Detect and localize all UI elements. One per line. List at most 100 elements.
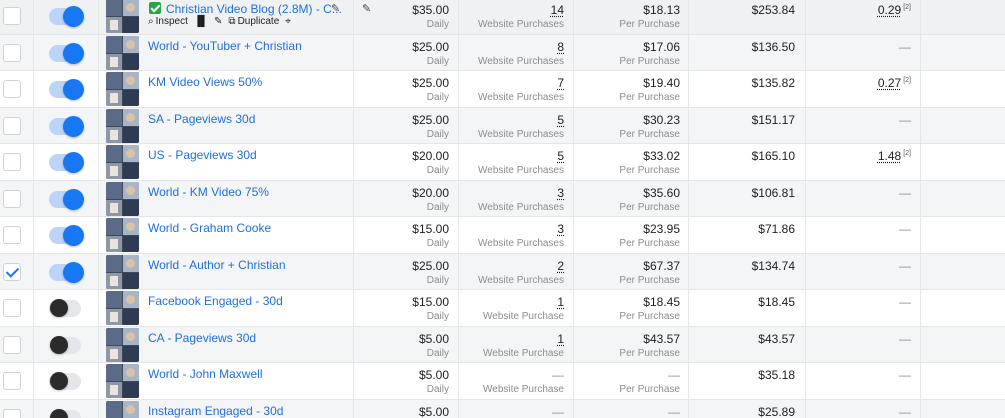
- inspect-action[interactable]: ⌕ Inspect: [148, 16, 188, 27]
- cost-per-result-value: —: [668, 404, 680, 418]
- ad-set-name-link[interactable]: KM Video Views 50%: [148, 75, 262, 89]
- ad-set-toggle[interactable]: [49, 372, 81, 390]
- row-select-checkbox[interactable]: [3, 299, 21, 317]
- table-row: World - John Maxwell $5.00 Daily — Website P…: [0, 363, 1005, 400]
- ad-set-name-link[interactable]: Instagram Engaged - 30d: [148, 404, 283, 418]
- column-divider: [98, 0, 99, 34]
- row-select-checkbox[interactable]: [3, 153, 21, 171]
- ad-set-name-link[interactable]: World - KM Video 75%: [148, 185, 269, 199]
- row-select-checkbox[interactable]: [3, 335, 21, 354]
- toggle-knob: [50, 408, 68, 418]
- bar-chart-icon[interactable]: ▐▌: [194, 16, 208, 27]
- results-label: Website Purchases: [478, 165, 564, 176]
- ad-set-name-link[interactable]: CA - Pageviews 30d: [148, 331, 256, 345]
- amount-spent-value: $25.89: [758, 404, 795, 418]
- magnifier-icon: ⌕: [148, 16, 154, 27]
- ad-set-toggle[interactable]: [49, 115, 84, 137]
- roas-number[interactable]: 0.29: [878, 3, 901, 17]
- cost-per-result-value: $18.45: [643, 295, 680, 309]
- thumbnail-tile: [123, 309, 139, 325]
- row-select-checkbox[interactable]: [3, 226, 21, 244]
- row-select-checkbox[interactable]: [3, 408, 21, 418]
- thumbnail-tile: [123, 199, 139, 216]
- row-select-checkbox[interactable]: [3, 7, 21, 25]
- results-value[interactable]: 7: [458, 76, 564, 90]
- ad-set-toggle[interactable]: [49, 261, 84, 283]
- ad-set-toggle[interactable]: [49, 335, 81, 354]
- results-value[interactable]: 2: [458, 259, 564, 273]
- results-value[interactable]: 5: [458, 113, 564, 127]
- results-value: —: [552, 368, 564, 382]
- ad-set-toggle[interactable]: [49, 42, 84, 64]
- row-select-checkbox[interactable]: [3, 80, 21, 98]
- budget-type: Daily: [426, 238, 449, 249]
- ad-set-toggle[interactable]: [49, 6, 84, 27]
- ad-set-name-link[interactable]: World - Author + Christian: [148, 258, 286, 272]
- edit-pencil-icon[interactable]: ✎: [214, 16, 222, 27]
- column-divider: [98, 34, 99, 70]
- ad-set-toggle[interactable]: [49, 188, 84, 210]
- table-row: KM Video Views 50% $25.00 Daily 7 Website Pu…: [0, 71, 1005, 108]
- thumbnail-tile: [126, 404, 135, 414]
- ad-set-name-link[interactable]: Christian Video Blog (2.8M) - C...: [166, 2, 342, 16]
- row-select-checkbox[interactable]: [3, 189, 21, 208]
- cost-per-result-value: $19.40: [643, 76, 680, 90]
- amount-spent-value: $43.57: [758, 331, 795, 346]
- budget-type: Daily: [426, 347, 449, 359]
- ad-set-toggle[interactable]: [49, 299, 81, 317]
- results-value[interactable]: 5: [458, 149, 564, 163]
- amount-spent-value: $18.45: [758, 295, 795, 309]
- column-divider: [920, 34, 921, 70]
- thumbnail-tile: [110, 202, 118, 213]
- column-divider: [920, 363, 921, 399]
- duplicate-action[interactable]: ⧉ Duplicate: [228, 16, 279, 27]
- row-select-checkbox[interactable]: [3, 116, 21, 135]
- results-value[interactable]: 3: [458, 186, 564, 200]
- roas-value: —: [899, 39, 911, 54]
- ad-set-toggle[interactable]: [49, 225, 84, 246]
- column-divider: [33, 217, 34, 253]
- thumbnail-tile: [106, 291, 122, 308]
- roas-value[interactable]: 0.29 [2]: [805, 3, 911, 17]
- budget-type: Daily: [426, 311, 449, 322]
- ad-set-toggle[interactable]: [49, 79, 84, 100]
- row-select-checkbox[interactable]: [3, 43, 21, 62]
- roas-value: —: [899, 331, 911, 346]
- ad-set-toggle[interactable]: [49, 152, 84, 173]
- results-value[interactable]: 1: [458, 332, 564, 346]
- ad-set-name-link[interactable]: World - YouTuber + Christian: [148, 39, 302, 53]
- results-value[interactable]: 8: [458, 40, 564, 54]
- budget-type: Daily: [426, 92, 449, 103]
- pin-icon[interactable]: ⌖: [285, 16, 291, 27]
- roas-number[interactable]: 0.27: [878, 76, 901, 90]
- ad-set-name-link[interactable]: US - Pageviews 30d: [148, 148, 257, 162]
- thumbnail-tile: [126, 295, 135, 304]
- thumbnail-tile: [106, 72, 122, 89]
- budget-value: $5.00: [418, 368, 449, 382]
- toggle-knob: [63, 6, 84, 27]
- results-value[interactable]: 14: [458, 3, 564, 17]
- results-value[interactable]: 3: [458, 222, 564, 236]
- ad-set-name-link[interactable]: SA - Pageviews 30d: [148, 112, 255, 126]
- table-row: World - Author + Christian $25.00 Daily 2 We…: [0, 253, 1005, 290]
- roas-footnote: [2]: [903, 77, 911, 84]
- roas-number[interactable]: 1.48: [878, 149, 901, 163]
- ad-set-name-link[interactable]: Facebook Engaged - 30d: [148, 294, 283, 308]
- ad-set-toggle[interactable]: [49, 408, 81, 418]
- ad-set-name-link[interactable]: World - John Maxwell: [148, 367, 262, 381]
- toggle-knob: [50, 372, 68, 390]
- ad-sets-table: Christian Video Blog (2.8M) - C... ✎ ✎ ⌕ Ins…: [0, 0, 1005, 418]
- thumbnail-tile: [110, 166, 118, 176]
- ad-set-name-link[interactable]: World - Graham Cooke: [148, 221, 271, 235]
- thumbnail-tile: [110, 20, 118, 30]
- thumbnail-tile: [110, 129, 118, 140]
- roas-value[interactable]: 0.27 [2]: [805, 76, 911, 90]
- table-row: US - Pageviews 30d $20.00 Daily 5 Website Pu…: [0, 144, 1005, 181]
- roas-value[interactable]: 1.48 [2]: [805, 149, 911, 163]
- edit-pencil-icon[interactable]: ✎: [331, 2, 340, 15]
- row-select-checkbox[interactable]: [3, 372, 21, 390]
- row-select-checkbox[interactable]: [3, 262, 21, 281]
- results-value[interactable]: 1: [458, 295, 564, 309]
- cost-per-result-label: Per Purchase: [619, 238, 680, 249]
- budget-type: Daily: [426, 274, 449, 286]
